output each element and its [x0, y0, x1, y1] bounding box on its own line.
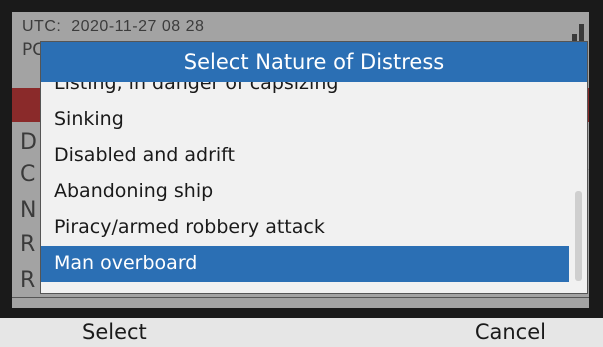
list-item[interactable]: Piracy/armed robbery attack [41, 210, 569, 246]
scrollbar-thumb[interactable] [575, 191, 582, 281]
background-text-fragment: R [20, 232, 36, 257]
list-item[interactable]: Sinking [41, 102, 569, 138]
divider [12, 297, 589, 298]
utc-label: UTC: [22, 18, 62, 35]
background-text-fragment: R [20, 268, 36, 293]
list-item[interactable]: Listing, in danger of capsizing [41, 82, 569, 102]
background-text-fragment: D [20, 130, 37, 155]
dialog-title: Select Nature of Distress [41, 42, 587, 82]
list-item[interactable]: Disabled and adrift [41, 138, 569, 174]
distress-nature-dialog: Select Nature of Distress Listing, in da… [40, 41, 588, 294]
background-text-fragment: C [20, 162, 36, 187]
list-scrollbar[interactable] [569, 82, 587, 293]
utc-readout: UTC: 2020-11-27 08 28 [22, 18, 204, 36]
select-softkey-button[interactable]: Select [82, 318, 147, 347]
cancel-softkey-button[interactable]: Cancel [475, 318, 546, 347]
utc-value: 2020-11-27 08 28 [71, 18, 205, 35]
list-item[interactable]: Abandoning ship [41, 174, 569, 210]
list-item[interactable]: Man overboard [41, 246, 569, 282]
distress-nature-list[interactable]: Listing, in danger of capsizing Sinking … [41, 82, 569, 293]
softkey-bar: Select Cancel [0, 318, 603, 347]
background-text-fragment: N [20, 198, 37, 223]
